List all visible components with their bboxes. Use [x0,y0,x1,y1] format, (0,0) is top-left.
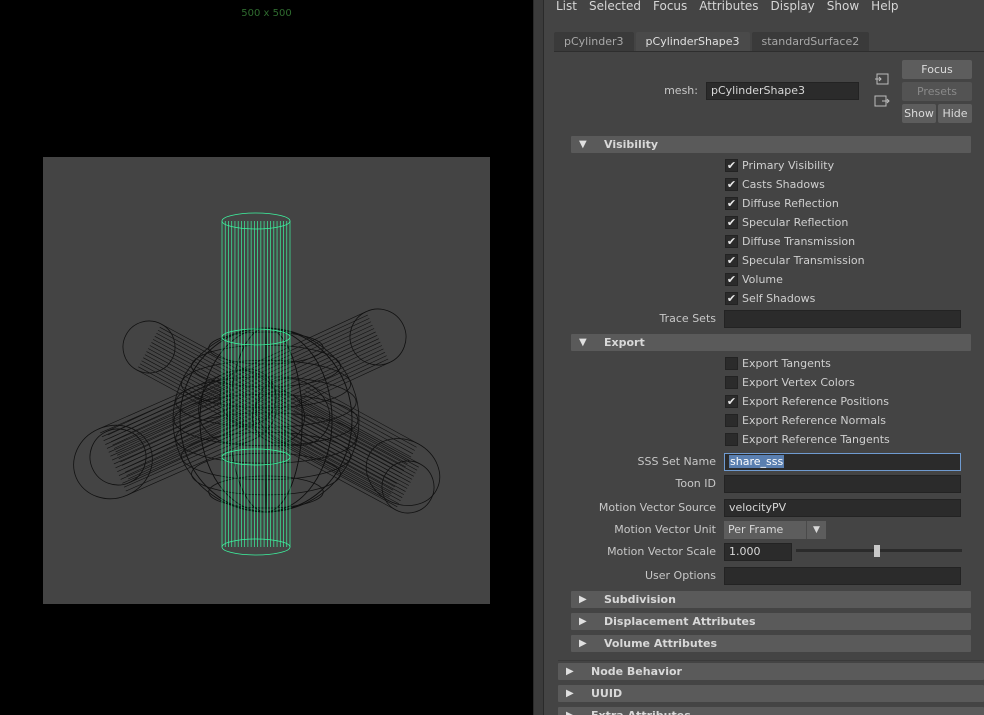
presets-button[interactable]: Presets [902,82,972,101]
export-checkbox-label[interactable]: Export Reference Normals [742,414,886,428]
section-title: UUID [591,687,623,700]
export-checkbox-2[interactable]: ✔ [725,395,738,408]
menu-selected[interactable]: Selected [583,0,647,16]
motion-vector-scale-field[interactable]: 1.000 [724,543,792,561]
trace-sets-label: Trace Sets [659,312,716,325]
menu-help[interactable]: Help [865,0,904,16]
section-subdivision[interactable]: ▶ Subdivision [571,591,971,608]
expanded-arrow-icon: ▼ [579,139,587,150]
slider-handle[interactable] [874,545,881,557]
section-volume-attributes[interactable]: ▶ Volume Attributes [571,635,971,652]
render-viewport[interactable]: 500 x 500 [0,0,533,715]
tab-underline [554,51,984,52]
sss-set-name-selection: share_sss [729,455,785,468]
visibility-checkbox-2[interactable]: ✔ [725,197,738,210]
collapsed-arrow-icon: ▶ [579,638,587,649]
toon-id-field[interactable] [724,475,961,493]
section-export[interactable]: ▼ Export [571,334,971,351]
collapsed-arrow-icon: ▶ [579,594,587,605]
collapsed-arrow-icon: ▶ [566,707,574,715]
section-separator [558,660,984,661]
visibility-checkbox-3[interactable]: ✔ [725,216,738,229]
mesh-label: mesh: [664,84,698,97]
collapsed-arrow-icon: ▶ [566,688,574,699]
menu-focus[interactable]: Focus [647,0,693,16]
section-displacement-attributes[interactable]: ▶ Displacement Attributes [571,613,971,630]
visibility-checkbox-1[interactable]: ✔ [725,178,738,191]
motion-vector-unit-label: Motion Vector Unit [614,523,716,536]
visibility-checkbox-6[interactable]: ✔ [725,273,738,286]
section-title: Subdivision [604,593,676,606]
wireframe-scene [73,212,441,556]
motion-vector-unit-dropdown[interactable]: Per Frame [724,521,806,539]
user-options-label: User Options [644,569,716,582]
section-title: Extra Attributes [591,707,691,715]
menu-display[interactable]: Display [765,0,821,16]
mesh-name-field[interactable]: pCylinderShape3 [706,82,859,100]
visibility-checkbox-label[interactable]: Diffuse Transmission [742,235,855,249]
menu-show[interactable]: Show [821,0,865,16]
export-checkbox-label[interactable]: Export Reference Tangents [742,433,890,447]
tab-pcylindershape3[interactable]: pCylinderShape3 [635,32,750,52]
visibility-checkbox-7[interactable]: ✔ [725,292,738,305]
menu-bar: List Selected Focus Attributes Display S… [544,0,984,16]
export-checkbox-3[interactable] [725,414,738,427]
export-checkbox-label[interactable]: Export Reference Positions [742,395,889,409]
collapsed-arrow-icon: ▶ [579,616,587,627]
section-node-behavior[interactable]: ▶ Node Behavior [558,663,984,680]
user-options-field[interactable] [724,567,961,585]
section-visibility[interactable]: ▼ Visibility [571,136,971,153]
section-title: Node Behavior [591,665,682,678]
toon-id-label: Toon ID [675,477,717,490]
section-title: Displacement Attributes [604,615,756,628]
hide-button[interactable]: Hide [938,104,972,123]
section-uuid[interactable]: ▶ UUID [558,685,984,702]
section-title: Visibility [604,138,659,151]
export-checkbox-label[interactable]: Export Tangents [742,357,831,371]
motion-vector-source-label: Motion Vector Source [598,501,716,514]
render-view[interactable] [43,157,490,604]
section-title: Export [604,336,645,349]
export-checkbox-4[interactable] [725,433,738,446]
export-checkbox-label[interactable]: Export Vertex Colors [742,376,855,390]
section-title: Volume Attributes [604,637,718,650]
visibility-checkbox-label[interactable]: Self Shadows [742,292,815,306]
visibility-checkbox-4[interactable]: ✔ [725,235,738,248]
collapsed-arrow-icon: ▶ [566,666,574,677]
visibility-checkbox-label[interactable]: Specular Transmission [742,254,865,268]
menu-list[interactable]: List [544,0,583,16]
section-extra-attributes[interactable]: ▶ Extra Attributes [558,707,984,715]
visibility-checkbox-label[interactable]: Volume [742,273,783,287]
attribute-editor: List Selected Focus Attributes Display S… [544,0,984,715]
trace-sets-field[interactable] [724,310,961,328]
expanded-arrow-icon: ▼ [579,337,587,348]
menu-attributes[interactable]: Attributes [693,0,764,16]
visibility-checkbox-label[interactable]: Diffuse Reflection [742,197,839,211]
motion-vector-source-field[interactable]: velocityPV [724,499,961,517]
export-checkbox-0[interactable] [725,357,738,370]
panel-divider[interactable] [533,0,544,715]
focus-button[interactable]: Focus [902,60,972,79]
visibility-checkbox-label[interactable]: Specular Reflection [742,216,848,230]
go-to-input-icon[interactable] [874,72,890,86]
sss-set-name-field[interactable]: share_sss [724,453,961,471]
go-to-output-icon[interactable] [874,94,890,108]
node-tabs: pCylinder3 pCylinderShape3 standardSurfa… [554,32,871,52]
motion-vector-scale-label: Motion Vector Scale [607,545,716,558]
visibility-checkbox-label[interactable]: Casts Shadows [742,178,825,192]
visibility-checkbox-5[interactable]: ✔ [725,254,738,267]
tab-standardsurface2[interactable]: standardSurface2 [751,32,870,52]
visibility-checkbox-label[interactable]: Primary Visibility [742,159,834,173]
chevron-down-icon[interactable]: ▼ [806,521,826,539]
sss-set-name-label: SSS Set Name [637,455,716,468]
export-checkbox-1[interactable] [725,376,738,389]
show-button[interactable]: Show [902,104,936,123]
visibility-checkbox-0[interactable]: ✔ [725,159,738,172]
tab-pcylinder3[interactable]: pCylinder3 [554,32,634,52]
resolution-label: 500 x 500 [241,8,292,19]
